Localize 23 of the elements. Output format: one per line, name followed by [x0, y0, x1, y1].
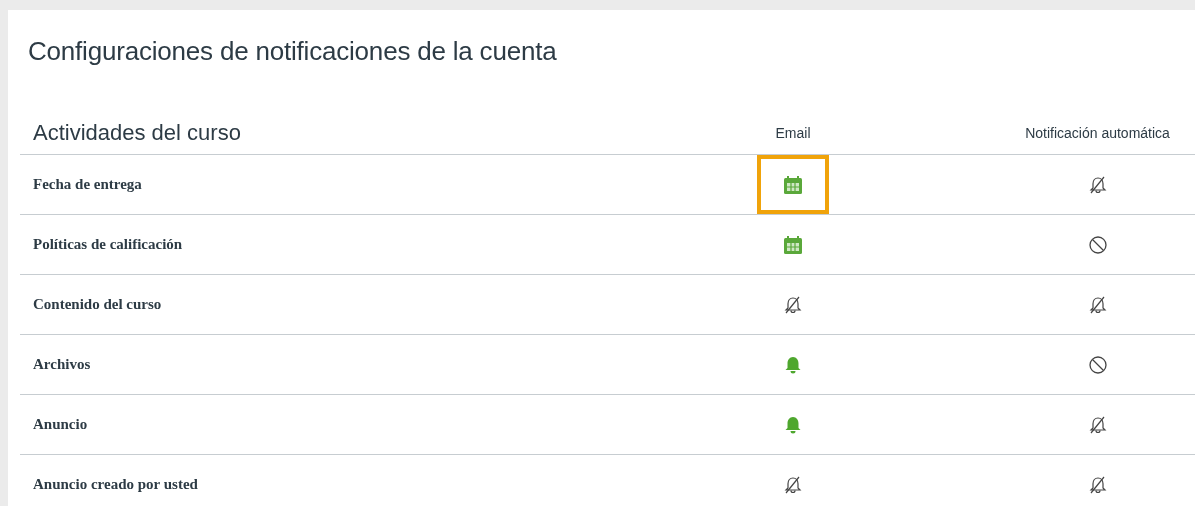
- notification-toggle[interactable]: [757, 155, 829, 214]
- muted-bell-icon: [783, 294, 803, 315]
- muted-bell-icon: [1087, 414, 1108, 435]
- activity-name: Políticas de calificación: [20, 215, 740, 275]
- prohibited-icon: [1087, 234, 1108, 255]
- activity-name: Fecha de entrega: [20, 155, 740, 215]
- calendar-icon: [783, 174, 803, 195]
- activity-name: Archivos: [20, 335, 740, 395]
- activity-name: Anuncio creado por usted: [20, 455, 740, 506]
- activity-name: Contenido del curso: [20, 275, 740, 335]
- bell-icon: [783, 354, 803, 375]
- prohibited-icon: [1087, 354, 1108, 375]
- column-header: Email: [740, 111, 846, 155]
- column-header: Notificación automática: [846, 111, 1195, 155]
- muted-bell-icon: [1087, 294, 1108, 315]
- page-title: Configuraciones de notificaciones de la cuenta: [28, 36, 558, 67]
- bell-icon: [783, 414, 803, 435]
- muted-bell-icon: [1087, 474, 1108, 495]
- muted-bell-icon: [1087, 174, 1108, 195]
- calendar-icon: [783, 234, 803, 255]
- muted-bell-icon: [783, 474, 803, 495]
- column-header: Actividades del curso: [20, 111, 740, 155]
- activity-name: Anuncio: [20, 395, 740, 455]
